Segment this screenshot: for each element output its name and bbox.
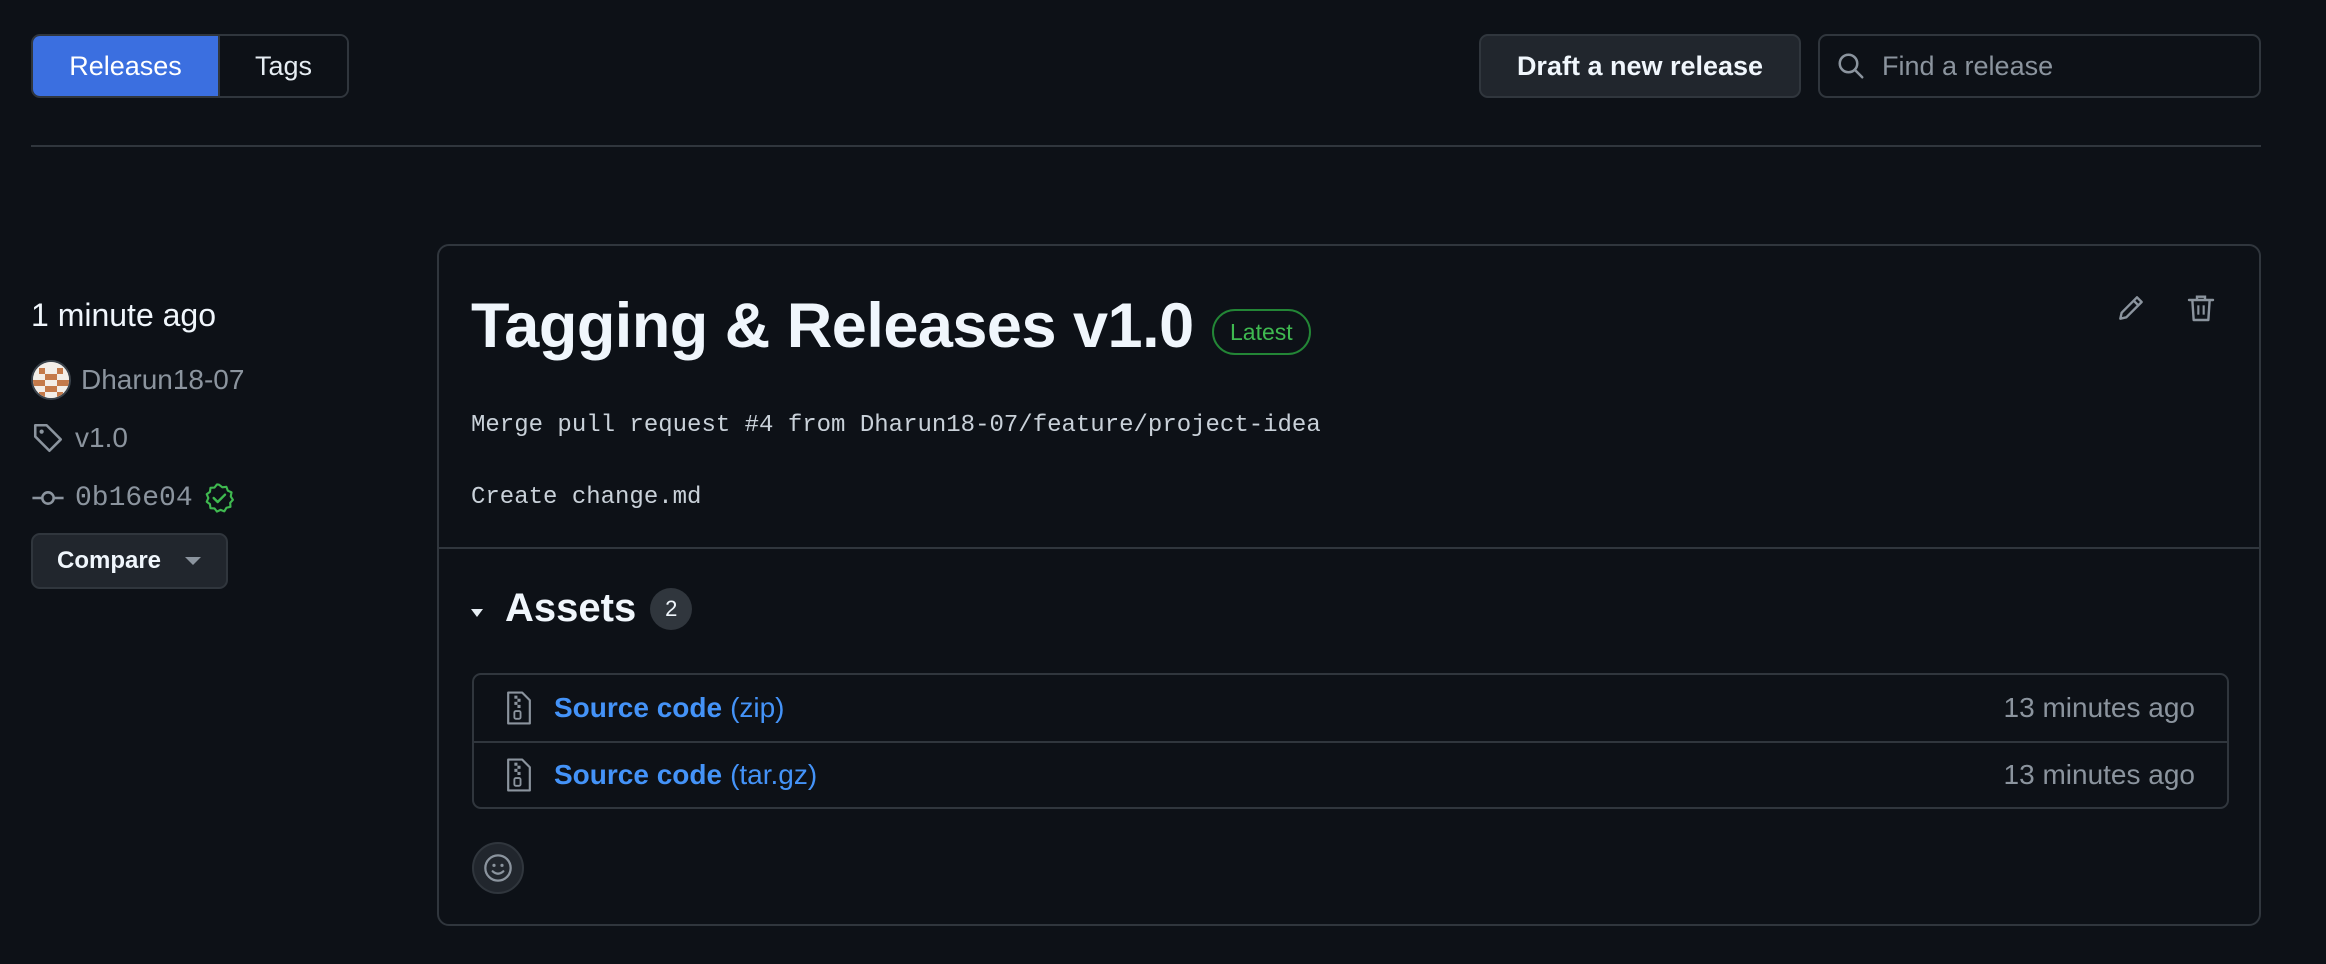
releases-tags-subnav: Releases Tags	[31, 34, 349, 98]
delete-release-button[interactable]	[2179, 286, 2223, 330]
compare-label: Compare	[57, 547, 162, 574]
edit-release-button[interactable]	[2109, 286, 2153, 330]
add-reaction-button[interactable]	[472, 842, 524, 894]
asset-time: 13 minutes ago	[2003, 759, 2195, 790]
release-body-line: Merge pull request #4 from Dharun18-07/f…	[471, 412, 1321, 439]
assets-list: Source code (zip) 13 minutes ago Source …	[472, 673, 2229, 809]
latest-badge: Latest	[1212, 309, 1311, 355]
commit-icon	[32, 491, 64, 505]
asset-link[interactable]: Source code	[554, 692, 722, 724]
header-divider	[31, 145, 2261, 147]
author-name[interactable]: Dharun18-07	[81, 364, 244, 396]
draft-new-release-button[interactable]: Draft a new release	[1479, 34, 1801, 98]
tab-releases[interactable]: Releases	[33, 36, 218, 96]
pencil-icon	[2119, 296, 2143, 320]
trash-icon	[2187, 295, 2215, 322]
asset-extension[interactable]: (zip)	[730, 692, 784, 724]
triangle-down-icon	[471, 608, 483, 617]
card-divider	[439, 547, 2259, 549]
file-zip-icon	[507, 758, 531, 792]
tag-row[interactable]: v1.0	[31, 421, 128, 455]
file-zip-icon	[507, 691, 531, 725]
smiley-icon	[484, 854, 512, 882]
avatar-identicon	[33, 362, 69, 398]
commit-row[interactable]: 0b16e04	[31, 481, 235, 515]
release-card: Tagging & Releases v1.0 Latest Merge pul…	[437, 244, 2261, 926]
asset-row: Source code (zip) 13 minutes ago	[474, 675, 2227, 741]
asset-extension[interactable]: (tar.gz)	[730, 759, 817, 791]
assets-toggle[interactable]: Assets 2	[471, 586, 693, 631]
compare-button[interactable]: Compare	[31, 533, 228, 589]
tag-label[interactable]: v1.0	[75, 422, 128, 454]
asset-link[interactable]: Source code	[554, 759, 722, 791]
verified-icon[interactable]	[203, 482, 235, 514]
chevron-down-icon	[185, 557, 202, 565]
asset-time: 13 minutes ago	[2003, 692, 2195, 723]
search-icon	[1838, 53, 1864, 79]
tab-tags[interactable]: Tags	[218, 36, 347, 96]
tag-icon	[33, 423, 63, 453]
release-time: 1 minute ago	[31, 297, 217, 333]
release-title[interactable]: Tagging & Releases v1.0	[471, 290, 1194, 362]
avatar[interactable]	[31, 360, 71, 400]
assets-title: Assets	[505, 586, 637, 630]
commit-sha[interactable]: 0b16e04	[75, 483, 193, 514]
release-body-line: Create change.md	[471, 484, 702, 511]
find-release-search	[1818, 34, 2261, 98]
author-row[interactable]: Dharun18-07	[31, 360, 244, 400]
search-input[interactable]	[1882, 50, 2242, 82]
assets-count: 2	[650, 587, 693, 630]
asset-row: Source code (tar.gz) 13 minutes ago	[474, 741, 2227, 807]
